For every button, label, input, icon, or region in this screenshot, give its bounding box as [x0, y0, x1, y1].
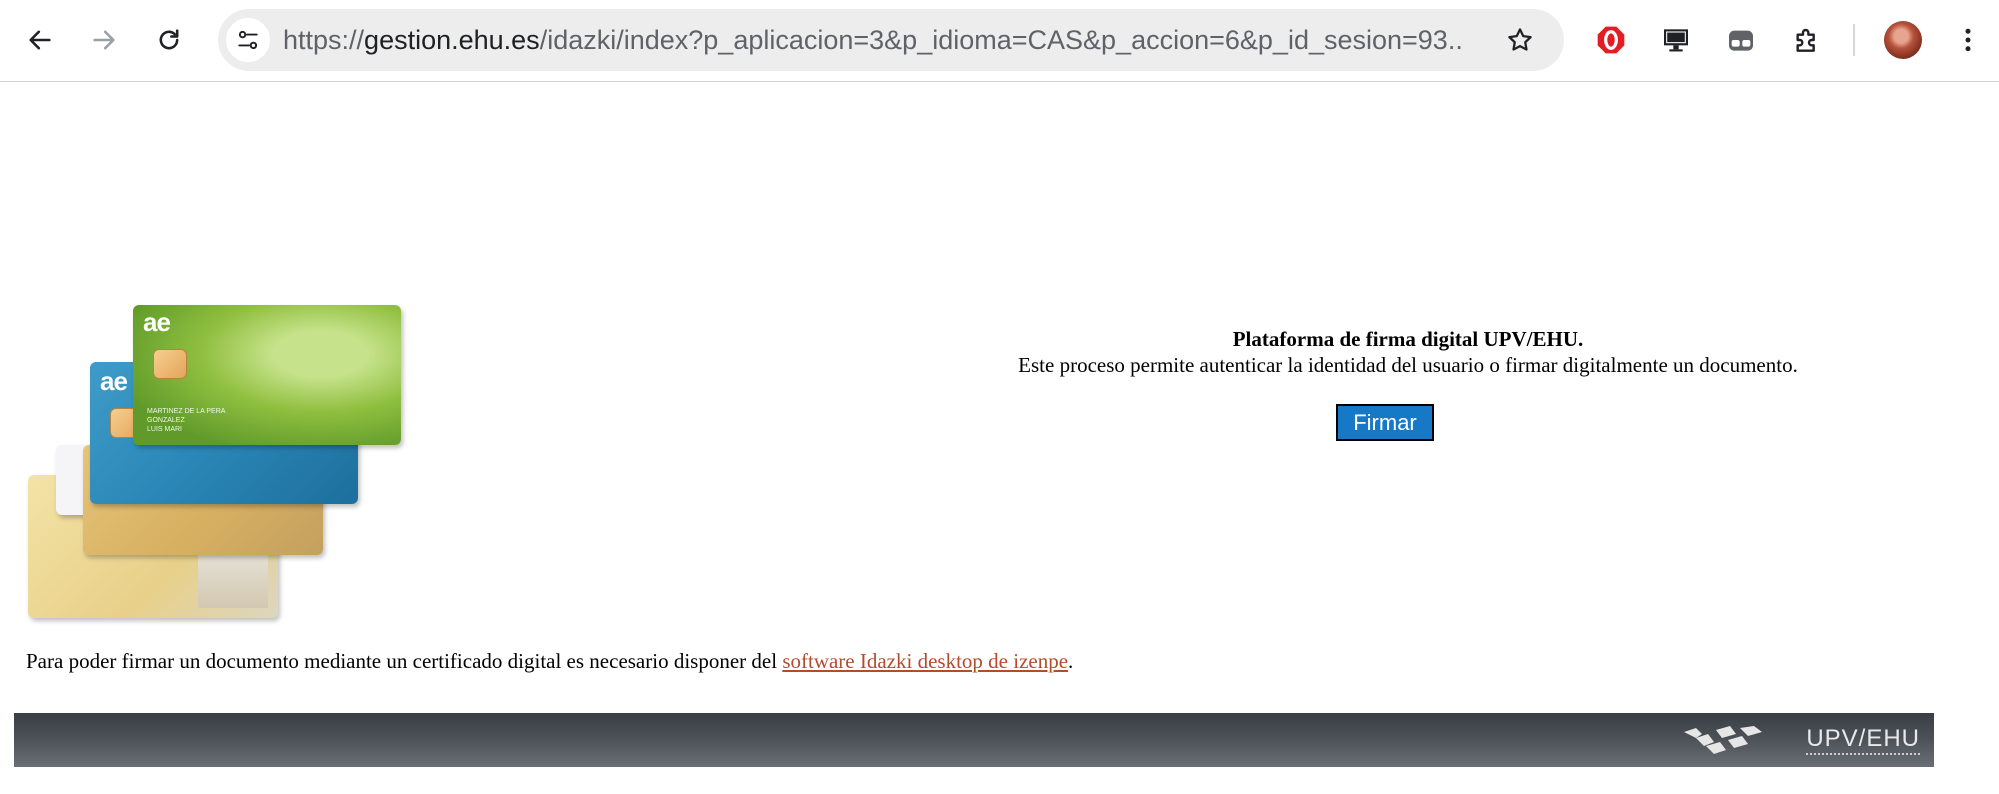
opera-extension-button[interactable]: [1587, 16, 1635, 64]
glasses-icon: [1729, 30, 1753, 51]
toolbar-separator: [1853, 24, 1855, 56]
tune-icon: [238, 30, 258, 50]
footnote-text: Para poder firmar un documento mediante …: [26, 649, 783, 673]
puzzle-icon: [1796, 28, 1815, 52]
browser-toolbar: https://gestion.ehu.es/idazki/index?p_ap…: [0, 0, 1999, 82]
address-bar[interactable]: https://gestion.ehu.es/idazki/index?p_ap…: [218, 9, 1564, 71]
url-prefix: https://: [283, 25, 365, 55]
reload-icon: [159, 29, 179, 50]
footnote-period: .: [1068, 649, 1074, 673]
card-chip: [153, 349, 187, 379]
bookmark-button[interactable]: [1498, 18, 1542, 62]
signature-info: Plataforma de firma digital UPV/EHU. Est…: [948, 326, 1868, 378]
reload-button[interactable]: [145, 16, 193, 64]
extensions-button[interactable]: [1783, 16, 1831, 64]
profile-avatar[interactable]: [1884, 21, 1922, 59]
cast-extension-button[interactable]: [1652, 16, 1700, 64]
url-path: /idazki/index?p_aplicacion=3&p_idioma=CA…: [539, 25, 1463, 55]
footer-brand: UPV/EHU: [1806, 725, 1920, 755]
url-host: gestion.ehu.es: [364, 25, 540, 55]
kebab-menu-icon: [1965, 28, 1971, 52]
card-holder-name: MARTINEZ DE LA PERA GONZALEZ LUIS MARI: [147, 408, 226, 433]
card-logo: ae: [100, 366, 128, 396]
back-button[interactable]: [16, 16, 64, 64]
card-logo: ae: [143, 307, 171, 337]
arrow-right-icon: [93, 30, 115, 50]
footer-bar: UPV/EHU: [14, 713, 1934, 767]
footnote: Para poder firmar un documento mediante …: [26, 648, 1073, 674]
id-card-green: ae MARTINEZ DE LA PERA GONZALEZ LUIS MAR…: [133, 305, 401, 445]
id-card-photo: [198, 548, 268, 608]
sign-button[interactable]: Firmar: [1336, 404, 1434, 441]
idazki-software-link[interactable]: software Idazki desktop de izenpe: [782, 649, 1068, 673]
forward-button[interactable]: [80, 16, 128, 64]
url-text[interactable]: https://gestion.ehu.es/idazki/index?p_ap…: [283, 9, 1463, 71]
monitor-icon: [1664, 29, 1688, 52]
page-title: Plataforma de firma digital UPV/EHU.: [1232, 327, 1584, 351]
upv-ehu-logo-icon: [1684, 726, 1762, 754]
star-icon: [1508, 28, 1532, 51]
site-info-button[interactable]: [226, 18, 270, 62]
page-description: Este proceso permite autenticar la ident…: [1018, 353, 1798, 377]
browser-menu-button[interactable]: [1946, 16, 1990, 64]
id-cards-illustration: ae ae MARTINEZ DE LA PERA GONZALEZ LUIS …: [28, 305, 401, 625]
incognito-extension-button[interactable]: [1717, 16, 1765, 64]
opera-icon: [1597, 26, 1625, 54]
arrow-left-icon: [29, 30, 51, 50]
